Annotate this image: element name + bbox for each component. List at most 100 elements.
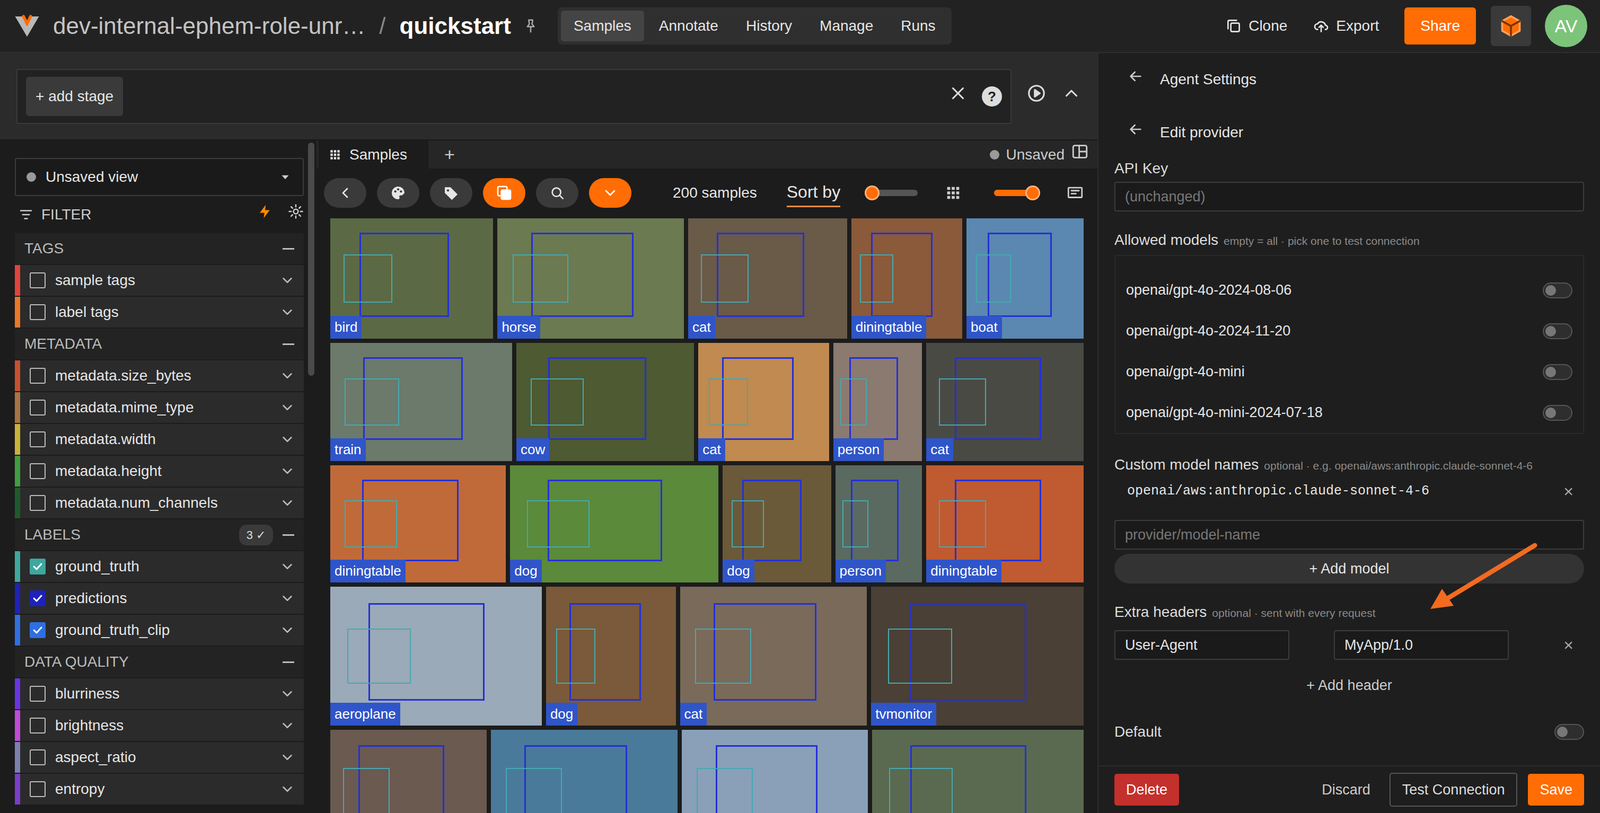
field-row[interactable]: metadata.size_bytes — [14, 360, 304, 392]
field-checkbox[interactable] — [29, 717, 46, 734]
back-button[interactable] — [1127, 120, 1145, 145]
clear-button[interactable] — [947, 83, 969, 110]
collapse-toggle[interactable] — [282, 248, 295, 250]
view-tab[interactable]: Runs — [888, 10, 948, 42]
field-checkbox[interactable] — [29, 431, 46, 448]
app-menu-button[interactable] — [1490, 5, 1532, 47]
section-header[interactable]: LABELS3 ✓ — [14, 519, 304, 551]
field-checkbox[interactable] — [29, 558, 46, 575]
collapse-toggle[interactable] — [282, 534, 295, 536]
add-stage-button[interactable]: + add stage — [25, 76, 123, 117]
sample-tile[interactable]: tvmonitor — [871, 586, 1084, 726]
model-toggle[interactable] — [1542, 405, 1573, 421]
sample-tile[interactable]: cat — [680, 586, 868, 726]
sort-by-button[interactable]: Sort by — [786, 179, 841, 208]
collapse-button[interactable] — [1061, 83, 1082, 110]
add-panel-button[interactable]: + — [428, 140, 471, 169]
sample-tile[interactable]: train — [330, 343, 513, 462]
tag-button[interactable] — [429, 178, 473, 208]
model-toggle[interactable] — [1542, 282, 1573, 299]
selection-button[interactable] — [482, 178, 526, 208]
organization-link[interactable]: dev-internal-ephem-role-unr… — [53, 8, 366, 44]
remove-button[interactable]: × — [1563, 478, 1574, 505]
palette-button[interactable] — [376, 178, 420, 208]
chevron-down-button[interactable] — [588, 178, 632, 208]
field-row[interactable]: blurriness — [14, 678, 304, 710]
zoom-slider[interactable] — [994, 189, 1040, 197]
sample-tile[interactable] — [490, 730, 679, 813]
search-button[interactable] — [535, 178, 579, 208]
field-row[interactable]: aspect_ratio — [14, 742, 304, 773]
field-row[interactable]: label tags — [14, 296, 304, 328]
add-header-button[interactable]: + Add header — [1114, 674, 1585, 697]
sidebar-scrollbar[interactable] — [308, 140, 317, 813]
custom-model-input[interactable] — [1114, 520, 1585, 550]
save-button[interactable]: Save — [1527, 774, 1585, 807]
scroll-thumb[interactable] — [308, 142, 315, 376]
sample-tile[interactable]: diningtable — [330, 465, 506, 583]
sample-tile[interactable]: bird — [330, 218, 494, 339]
export-button[interactable]: Export — [1312, 14, 1379, 38]
field-row[interactable]: predictions — [14, 583, 304, 614]
sample-tile[interactable]: diningtable — [926, 465, 1084, 583]
sample-tile[interactable]: diningtable — [851, 218, 963, 339]
sample-tile[interactable]: aeroplane — [330, 586, 542, 726]
back-button[interactable] — [1127, 67, 1145, 92]
sample-tile[interactable] — [872, 730, 1084, 813]
sample-tile[interactable] — [681, 730, 868, 813]
field-checkbox[interactable] — [29, 463, 46, 480]
remove-button[interactable]: × — [1563, 632, 1574, 658]
field-row[interactable]: sample tags — [14, 265, 304, 296]
field-checkbox[interactable] — [29, 367, 46, 384]
model-toggle[interactable] — [1542, 323, 1573, 340]
field-checkbox[interactable] — [29, 399, 46, 416]
field-row[interactable]: metadata.width — [14, 424, 304, 455]
slider-knob[interactable] — [864, 185, 880, 201]
view-tab[interactable]: History — [733, 10, 805, 42]
field-checkbox[interactable] — [29, 686, 46, 702]
sample-tile[interactable]: cat — [698, 343, 830, 462]
settings-button[interactable] — [287, 203, 304, 226]
default-toggle[interactable] — [1554, 724, 1585, 741]
field-row[interactable]: entropy — [14, 774, 304, 805]
section-header[interactable]: DATA QUALITY — [14, 646, 304, 678]
help-button[interactable]: ? — [981, 86, 1002, 107]
add-model-button[interactable]: + Add model — [1114, 554, 1585, 584]
sample-tile[interactable]: dog — [546, 586, 676, 726]
field-checkbox[interactable] — [29, 495, 46, 512]
sample-tile[interactable]: boat — [966, 218, 1084, 339]
clone-button[interactable]: Clone — [1225, 14, 1288, 38]
field-row[interactable]: metadata.mime_type — [14, 392, 304, 424]
header-value-input[interactable] — [1333, 630, 1509, 661]
view-tab[interactable]: Manage — [806, 10, 886, 42]
field-checkbox[interactable] — [29, 590, 46, 607]
field-row[interactable]: metadata.num_channels — [14, 487, 304, 519]
field-checkbox[interactable] — [29, 272, 46, 289]
collapse-toggle[interactable] — [282, 343, 295, 346]
sample-tile[interactable]: person — [833, 343, 923, 462]
field-row[interactable]: brightness — [14, 710, 304, 742]
discard-button[interactable]: Discard — [1313, 774, 1379, 807]
slider-knob[interactable] — [1025, 185, 1041, 201]
field-row[interactable]: metadata.height — [14, 455, 304, 487]
field-checkbox[interactable] — [29, 304, 46, 321]
back-button[interactable] — [323, 178, 367, 208]
field-checkbox[interactable] — [29, 622, 46, 639]
sample-tile[interactable] — [330, 730, 487, 813]
sample-tile[interactable]: cat — [688, 218, 848, 339]
share-button[interactable]: Share — [1404, 7, 1476, 45]
delete-button[interactable]: Delete — [1114, 774, 1180, 807]
sample-tile[interactable]: person — [835, 465, 923, 583]
header-name-input[interactable] — [1114, 630, 1290, 661]
field-checkbox[interactable] — [29, 749, 46, 766]
lightning-button[interactable] — [257, 203, 274, 226]
sample-tile[interactable]: horse — [497, 218, 684, 339]
sample-tile[interactable]: cow — [516, 343, 694, 462]
run-button[interactable] — [1026, 83, 1047, 110]
section-header[interactable]: METADATA — [14, 328, 304, 360]
sample-tile[interactable]: dog — [510, 465, 719, 583]
field-row[interactable]: ground_truth_clip — [14, 614, 304, 646]
collapse-toggle[interactable] — [282, 661, 295, 664]
layout-button[interactable] — [1070, 142, 1089, 167]
sample-tile[interactable]: cat — [926, 343, 1084, 462]
